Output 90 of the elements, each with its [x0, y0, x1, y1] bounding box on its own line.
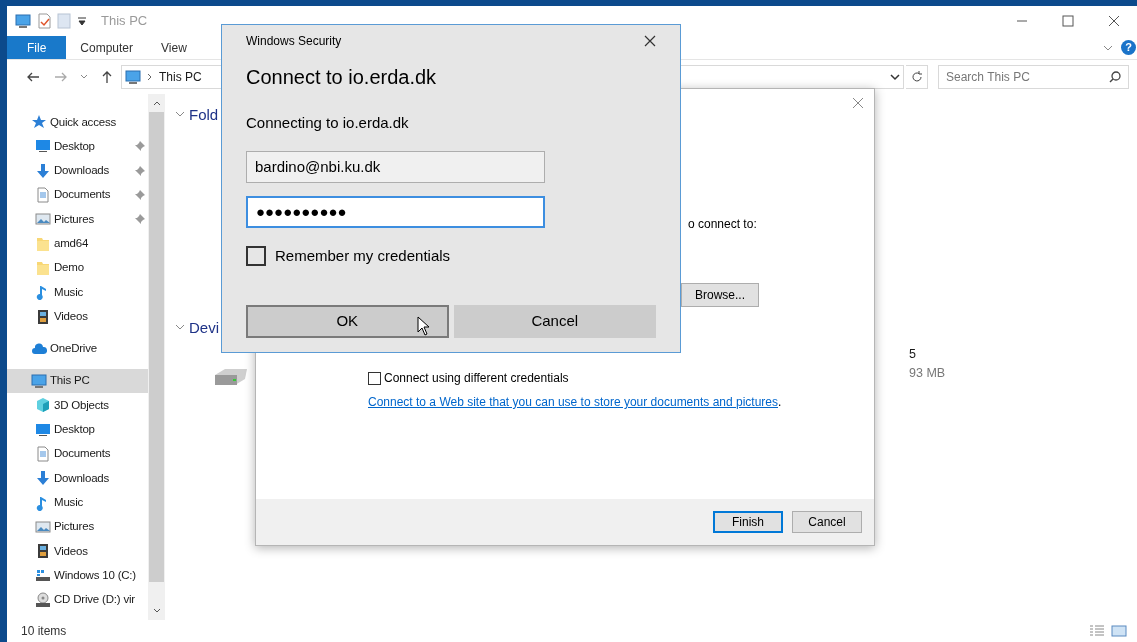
disc-drive-icon [35, 591, 51, 608]
monitor-icon [15, 13, 31, 29]
nav-item[interactable]: Desktop [7, 134, 148, 159]
scroll-up-icon [152, 100, 161, 106]
dialog-button[interactable]: OK [246, 305, 449, 338]
nav-item[interactable]: amd64 [7, 231, 148, 256]
document-icon [35, 446, 51, 462]
film-icon [35, 543, 51, 560]
cube-icon [35, 397, 51, 414]
drive-name: 5 [909, 346, 917, 363]
back-arrow-icon[interactable] [26, 71, 40, 83]
drive-icon [213, 367, 249, 387]
nav-item[interactable]: Videos [7, 304, 148, 329]
dialog-button[interactable]: Finish [713, 511, 783, 533]
search-field[interactable]: Search This PC [938, 65, 1129, 89]
nav-item[interactable]: Pictures [7, 514, 148, 540]
nav-item[interactable]: Music [7, 280, 148, 305]
nav-item[interactable]: 3D Objects [7, 393, 148, 418]
chevron-down-icon[interactable] [175, 323, 185, 332]
nav-item[interactable]: Downloads [7, 158, 148, 183]
refresh-button[interactable] [906, 65, 928, 89]
down-arrow-icon [35, 162, 51, 179]
document-icon [35, 187, 51, 204]
nav-item[interactable]: Desktop [7, 417, 148, 442]
mouse-pointer-icon [417, 316, 429, 336]
nav-item[interactable]: Demo [7, 255, 148, 281]
checkbox[interactable] [246, 245, 266, 266]
section-heading[interactable]: Devi [189, 316, 219, 339]
nav-item[interactable]: Music [7, 490, 148, 515]
dialog-button[interactable]: Cancel [453, 305, 656, 338]
instruction-text: o connect to: [688, 216, 757, 233]
nav-item[interactable]: Documents [7, 441, 148, 467]
scroll-thumb[interactable] [149, 112, 164, 582]
nav-item[interactable]: Videos [7, 539, 148, 564]
drive-icon [35, 567, 51, 584]
picture-icon [35, 518, 51, 535]
nav-item[interactable]: Quick access [7, 110, 148, 135]
checkbox-label: Remember my credentials [275, 245, 451, 266]
section-heading[interactable]: Fold [189, 104, 219, 127]
dropdown-chevron-icon[interactable] [890, 73, 900, 81]
nav-item[interactable]: CD Drive (D:) vir [7, 587, 148, 612]
properties-icon[interactable] [37, 13, 51, 29]
nav-item[interactable]: OneDrive [7, 336, 148, 361]
ribbon-tab[interactable]: File [7, 36, 67, 59]
scroll-down-icon [152, 608, 161, 614]
maximize-icon[interactable] [1062, 15, 1074, 27]
forward-arrow-icon[interactable] [54, 71, 68, 83]
ribbon-tab[interactable]: View [147, 36, 201, 59]
breadcrumb-chevron-icon[interactable] [147, 73, 153, 81]
dialog-title: Windows Security [246, 33, 342, 50]
close-icon[interactable] [1108, 15, 1120, 27]
item-count: 10 items [21, 623, 67, 640]
film-icon [35, 308, 51, 325]
cloud-icon [31, 340, 47, 357]
help-button[interactable]: ? [1121, 40, 1136, 55]
close-icon[interactable] [644, 35, 656, 47]
search-icon [1109, 71, 1121, 83]
dialog-heading: Connect to io.erda.dk [246, 65, 438, 90]
recent-chevron-icon[interactable] [80, 74, 88, 80]
scrollbar[interactable] [148, 94, 165, 620]
dialog-button[interactable]: Cancel [792, 511, 862, 533]
nav-item[interactable]: Documents [7, 182, 148, 208]
chevron-down-icon[interactable] [1103, 43, 1113, 52]
nav-item[interactable]: Windows 10 (C:) [7, 563, 148, 588]
message-text: Connecting to io.erda.dk [246, 113, 410, 133]
browse-button[interactable]: Browse... [681, 283, 759, 307]
folder-icon [35, 259, 51, 276]
monitor-icon [125, 69, 141, 85]
monitor-icon [35, 421, 51, 438]
password-field[interactable]: ●●●●●●●●●● [246, 195, 545, 228]
monitor-icon [35, 138, 51, 155]
link-suffix: . [778, 395, 782, 409]
checkbox-label: Connect using different credentials [384, 370, 569, 387]
monitor-icon [31, 373, 47, 390]
web-site-link[interactable]: Connect to a Web site that you can use to store your documents and pictures [368, 395, 778, 409]
username-field[interactable]: bardino@nbi.ku.dk [246, 150, 545, 183]
folder-icon [35, 235, 51, 252]
nav-item[interactable]: Downloads [7, 466, 148, 491]
nav-item[interactable]: This PC [7, 368, 148, 394]
down-arrow-icon [35, 470, 51, 487]
customize-dropdown-icon[interactable] [77, 16, 87, 26]
nav-item[interactable]: Pictures [7, 207, 148, 232]
up-arrow-icon[interactable] [101, 70, 113, 84]
picture-icon [35, 211, 51, 228]
refresh-icon [910, 71, 923, 83]
ribbon-tab[interactable]: Computer [66, 36, 148, 59]
drive-size: 93 MB [909, 364, 946, 382]
checkbox[interactable] [368, 371, 381, 385]
star-icon [31, 114, 47, 131]
window-title: This PC [101, 12, 148, 31]
